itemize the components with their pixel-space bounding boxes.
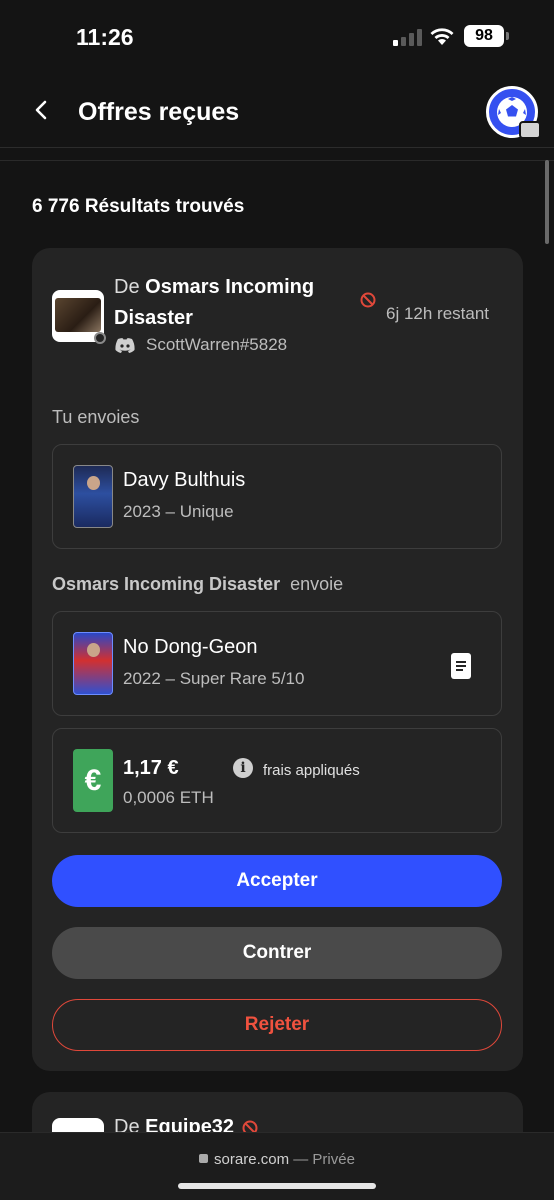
received-card-item[interactable]: No Dong-Geon 2022 – Super Rare 5/10	[52, 611, 502, 716]
fees-label: frais appliqués	[263, 762, 360, 779]
avatar-badge	[519, 121, 541, 139]
player-card-detail: 2022 – Super Rare 5/10	[123, 669, 305, 688]
player-name: No Dong-Geon	[123, 636, 258, 658]
status-bar: 11:26 98	[0, 0, 554, 72]
reject-button[interactable]: Rejeter	[52, 999, 502, 1051]
page-header: Offres reçues	[0, 76, 554, 148]
from-prefix: De	[114, 276, 140, 298]
time-remaining: 6j 12h restant	[386, 304, 490, 323]
price-eth: 0,0006 ETH	[123, 788, 214, 807]
money-item: € 1,17 € 0,0006 ETH i frais appliqués	[52, 728, 502, 833]
lock-icon	[199, 1154, 209, 1163]
private-mode-label: — Privée	[293, 1151, 355, 1168]
you-send-label: Tu envoies	[52, 407, 140, 427]
player-card-image	[73, 632, 113, 695]
offer-from: De Osmars Incoming Disaster	[114, 272, 344, 334]
wifi-icon	[430, 28, 454, 45]
sender-name[interactable]: Osmars Incoming Disaster	[114, 276, 314, 329]
address-bar[interactable]: sorare.com — Privée	[0, 1151, 554, 1168]
page-title: Offres reçues	[78, 98, 240, 126]
price-eur: 1,17 €	[123, 757, 179, 779]
counter-button[interactable]: Contrer	[52, 927, 502, 979]
header-divider	[0, 160, 554, 161]
block-icon[interactable]	[360, 292, 376, 308]
other-name: Osmars Incoming Disaster	[52, 574, 281, 594]
player-name: Davy Bulthuis	[123, 469, 246, 491]
status-dot	[94, 332, 106, 344]
cellular-signal-icon	[393, 29, 423, 46]
results-count: 6 776 Résultats trouvés	[32, 196, 245, 217]
other-sends-label: Osmars Incoming Disaster envoie	[52, 574, 343, 595]
avatar[interactable]	[486, 86, 541, 139]
document-icon[interactable]	[451, 653, 471, 679]
sent-card-item[interactable]: Davy Bulthuis 2023 – Unique	[52, 444, 502, 549]
discord-icon	[115, 338, 135, 353]
accept-button[interactable]: Accepter	[52, 855, 502, 907]
other-suffix: envoie	[290, 574, 344, 594]
chevron-left-icon[interactable]	[30, 96, 54, 124]
offer-card: De Osmars Incoming Disaster 6j 12h resta…	[32, 248, 523, 1071]
browser-bar: sorare.com — Privée	[0, 1132, 554, 1200]
discord-username: ScottWarren#5828	[146, 335, 288, 354]
battery-cap	[506, 32, 509, 40]
player-card-image	[73, 465, 113, 528]
home-indicator[interactable]	[178, 1183, 376, 1189]
info-icon[interactable]: i	[233, 758, 253, 778]
domain: sorare.com	[214, 1151, 290, 1168]
scrollbar[interactable]	[545, 160, 549, 244]
battery-indicator: 98	[464, 25, 504, 47]
status-time: 11:26	[76, 24, 134, 50]
player-card-detail: 2023 – Unique	[123, 502, 234, 521]
euro-icon: €	[73, 749, 113, 812]
